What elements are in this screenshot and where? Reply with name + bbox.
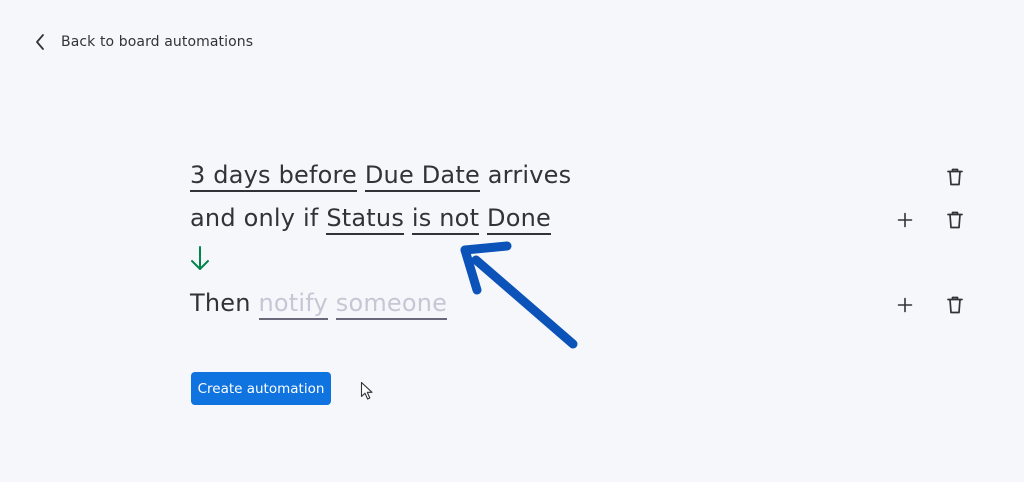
condition-operator-field[interactable]: is not bbox=[411, 203, 480, 235]
add-condition-button[interactable] bbox=[894, 209, 916, 231]
add-action-button[interactable] bbox=[894, 294, 916, 316]
plus-icon bbox=[897, 297, 913, 313]
trash-icon bbox=[947, 211, 963, 229]
condition-sentence: and only if Status is not Done bbox=[190, 203, 551, 235]
action-sentence: Then notify someone bbox=[190, 288, 448, 320]
trash-icon bbox=[947, 296, 963, 314]
back-to-board-automations-link[interactable]: Back to board automations bbox=[33, 30, 253, 54]
plus-icon bbox=[897, 212, 913, 228]
trigger-suffix-text: arrives bbox=[487, 161, 572, 189]
delete-condition-button[interactable] bbox=[944, 209, 966, 231]
action-target-field[interactable]: someone bbox=[335, 288, 448, 320]
trash-icon bbox=[947, 168, 963, 186]
chevron-left-icon bbox=[33, 33, 49, 51]
condition-column-field[interactable]: Status bbox=[326, 203, 405, 235]
action-prefix-text: Then bbox=[190, 289, 251, 317]
blue-annotation-arrow-icon bbox=[440, 232, 590, 357]
action-verb-field[interactable]: notify bbox=[258, 288, 328, 320]
delete-trigger-button[interactable] bbox=[944, 166, 966, 188]
create-automation-button[interactable]: Create automation bbox=[191, 372, 331, 405]
condition-value-field[interactable]: Done bbox=[487, 203, 551, 235]
trigger-sentence: 3 days before Due Date arrives bbox=[190, 160, 571, 192]
back-link-label: Back to board automations bbox=[61, 34, 254, 50]
trigger-amount-field[interactable]: 3 days before bbox=[190, 160, 358, 192]
mouse-pointer-icon bbox=[360, 381, 374, 401]
arrow-down-icon bbox=[189, 244, 211, 274]
condition-prefix-text: and only if bbox=[190, 204, 319, 232]
delete-action-button[interactable] bbox=[944, 294, 966, 316]
trigger-column-field[interactable]: Due Date bbox=[364, 160, 480, 192]
